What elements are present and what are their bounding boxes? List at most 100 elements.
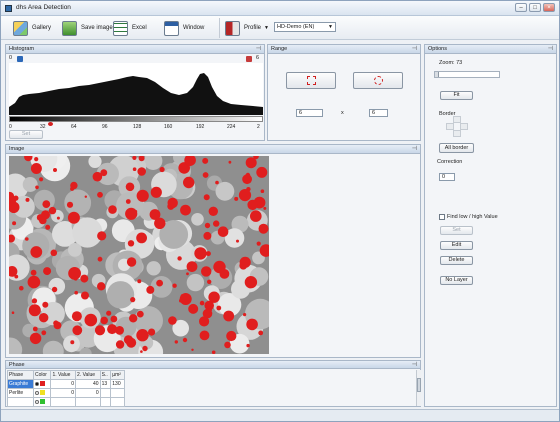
pin-icon[interactable]: ⊣ (548, 45, 553, 54)
graphite-particle (50, 249, 58, 257)
circle-range-button[interactable] (353, 72, 403, 89)
window-label: Window (183, 25, 205, 31)
options-set-button[interactable]: Set (440, 226, 473, 235)
excel-label: Excel (132, 25, 147, 31)
value-1[interactable]: 0 (50, 379, 77, 389)
all-border-button[interactable]: All border (439, 143, 474, 153)
histogram-right-value: 6 (256, 55, 260, 61)
border-bottom-button[interactable] (453, 130, 461, 137)
table-row[interactable]: Graphite 0 40 13 130 (7, 379, 125, 389)
eyedropper-left-icon[interactable] (17, 56, 23, 62)
graphite-particle (34, 157, 39, 162)
correction-input[interactable]: 0 (439, 173, 455, 181)
window-button[interactable]: Window (164, 19, 204, 37)
delete-button[interactable]: Delete (440, 256, 473, 265)
fit-button[interactable]: Fit (440, 91, 473, 100)
profile-button[interactable]: Profile ▼ (225, 19, 269, 37)
graphite-particle (204, 222, 211, 229)
graphite-particle (245, 157, 257, 169)
graphite-particle (127, 240, 135, 247)
zoom-slider-thumb[interactable] (435, 72, 439, 77)
maximize-button[interactable]: □ (529, 3, 541, 12)
graphite-particle (203, 231, 212, 240)
image-panel: Image ⊣ (5, 144, 421, 358)
edit-button[interactable]: Edit (440, 241, 473, 250)
graphite-particle (72, 325, 83, 336)
border-right-button[interactable] (460, 123, 468, 130)
grain-region (68, 243, 82, 257)
graphite-particle (250, 210, 262, 222)
pin-icon[interactable]: ⊣ (412, 361, 417, 369)
graphite-particle (216, 305, 222, 311)
range-y-input[interactable]: 6 (369, 109, 388, 117)
graphite-particle (39, 177, 44, 182)
profile-select[interactable]: HD-Demo (EN) ▼ (274, 22, 336, 32)
value-2[interactable] (75, 397, 101, 407)
s-value (99, 388, 112, 398)
table-row[interactable]: Perlite 0 0 (7, 388, 125, 398)
range-panel: Range ⊣ 6 x 6 (267, 44, 421, 141)
gray-gradient-bar (9, 116, 263, 122)
value-1[interactable] (50, 397, 77, 407)
graphite-particle (243, 313, 247, 317)
border-left-button[interactable] (446, 123, 454, 130)
phase-color-cell[interactable] (32, 388, 52, 398)
graphite-particle (188, 303, 199, 314)
graphite-particle (174, 340, 178, 344)
graphite-particle (70, 340, 75, 345)
save-image-icon (62, 20, 77, 36)
micrograph-image[interactable] (9, 156, 269, 354)
graphite-particle (228, 160, 232, 164)
graphite-particle (148, 328, 156, 336)
close-button[interactable]: × (543, 3, 555, 12)
graphite-particle (177, 256, 182, 261)
graphite-particle (226, 330, 237, 342)
grain-region (186, 273, 205, 292)
pin-icon[interactable]: ⊣ (412, 145, 417, 154)
excel-button[interactable]: Excel (113, 19, 147, 37)
no-layer-button[interactable]: No Layer (440, 276, 473, 285)
phase-panel: Phase ⊣ Phase Color 1. Value 2. Value S.… (5, 360, 421, 407)
border-top-button[interactable] (453, 116, 461, 123)
tick-256: 2 (257, 124, 260, 130)
pin-icon[interactable]: ⊣ (412, 45, 417, 54)
value-2[interactable]: 0 (75, 388, 101, 398)
table-row[interactable] (7, 397, 125, 407)
phase-scrollbar[interactable] (416, 370, 421, 406)
value-2[interactable]: 40 (75, 379, 101, 389)
radio-icon (34, 390, 39, 395)
graphite-particle (11, 311, 15, 314)
graphite-particle (140, 350, 143, 353)
minimize-button[interactable]: – (515, 3, 527, 12)
gallery-button[interactable]: Gallery (13, 19, 51, 37)
graphite-particle (203, 194, 210, 201)
eyedropper-right-icon[interactable] (246, 56, 252, 62)
graphite-particle (213, 220, 220, 227)
phase-color-cell[interactable] (32, 397, 52, 407)
value-1[interactable]: 0 (50, 388, 77, 398)
status-bar (1, 409, 559, 421)
tick-64: 64 (71, 124, 77, 130)
graphite-particle (97, 231, 107, 241)
color-swatch (39, 398, 45, 404)
threshold-slider-handle[interactable] (48, 122, 53, 126)
graphite-particle (125, 199, 131, 204)
graphite-particle (236, 239, 239, 243)
tick-224: 224 (227, 124, 236, 130)
pin-icon[interactable]: ⊣ (256, 45, 261, 54)
zoom-slider[interactable] (434, 71, 500, 78)
range-x-input[interactable]: 6 (296, 109, 323, 117)
save-image-button[interactable]: Save image (62, 19, 113, 37)
rectangle-range-button[interactable] (286, 72, 336, 89)
scrollbar-thumb[interactable] (417, 378, 421, 392)
graphite-particle (25, 237, 29, 241)
graphite-particle (186, 261, 198, 272)
graphite-particle (53, 168, 57, 172)
graphite-particle (179, 293, 192, 305)
col-color: Color (32, 370, 52, 380)
find-low-high-checkbox[interactable] (439, 214, 445, 220)
graphite-particle (159, 166, 165, 173)
histogram-set-button[interactable]: Set (9, 130, 43, 139)
phase-color-cell[interactable] (32, 379, 52, 389)
graphite-particle (67, 211, 80, 224)
